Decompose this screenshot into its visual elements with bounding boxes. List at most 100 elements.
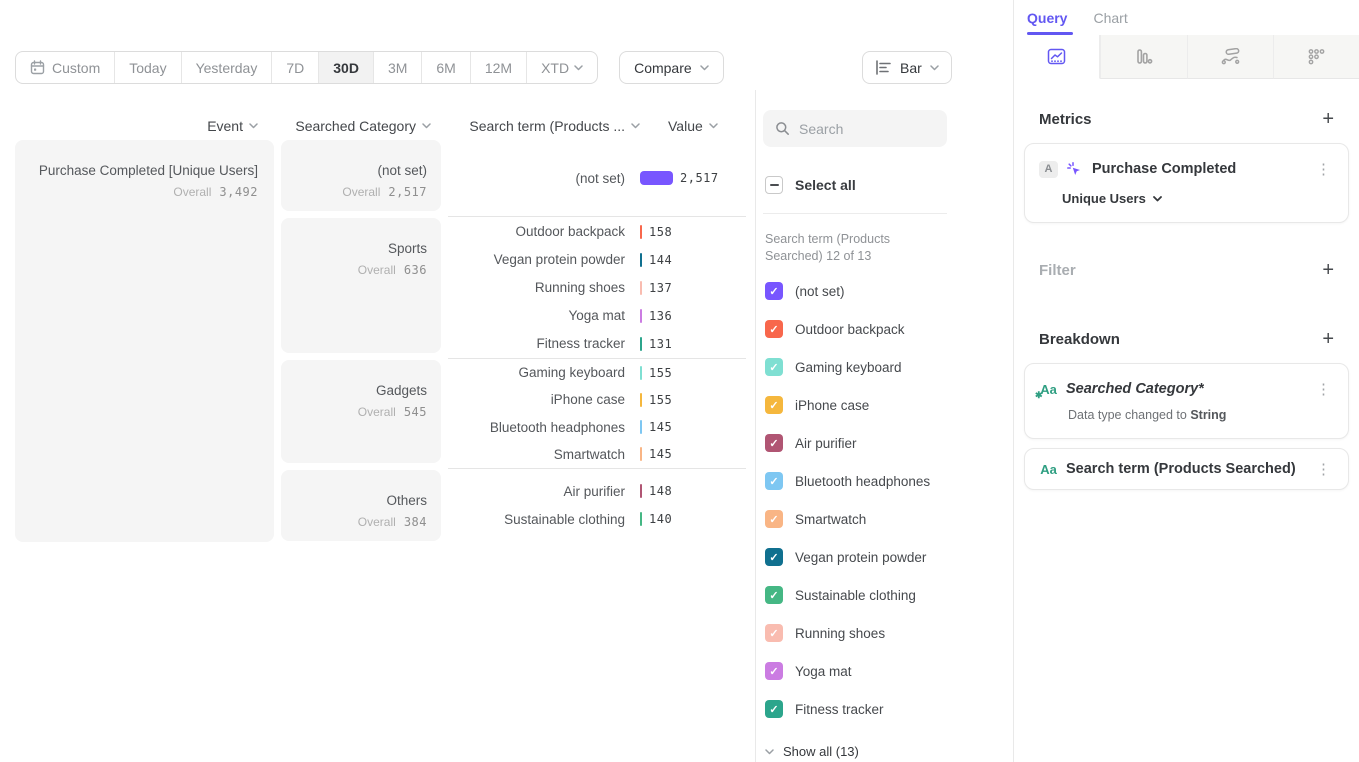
date-range-12m[interactable]: 12M (471, 52, 527, 83)
checkbox-checked[interactable]: ✓ (765, 396, 783, 414)
legend-item-label: iPhone case (795, 398, 869, 413)
legend-item[interactable]: ✓Yoga mat (765, 652, 1013, 690)
tab-query[interactable]: Query (1027, 10, 1067, 35)
legend-item[interactable]: ✓Running shoes (765, 614, 1013, 652)
column-header-value[interactable]: Value (668, 117, 728, 134)
legend-item[interactable]: ✓ Outdoor backpack (765, 310, 1013, 348)
table-row: Running shoes137 (448, 274, 746, 302)
legend-item[interactable]: ✓Air purifier (765, 424, 1013, 462)
chevron-down-icon (631, 123, 640, 129)
checkbox-checked[interactable]: ✓ (765, 320, 783, 338)
query-panel-tabs: Query Chart (1014, 0, 1359, 35)
term-group: Outdoor backpack158Vegan protein powder1… (448, 216, 746, 358)
date-range-label: Yesterday (196, 60, 258, 76)
chart-type-label: Bar (900, 60, 922, 76)
chevron-down-icon (765, 749, 774, 755)
date-range-xtd[interactable]: XTD (527, 52, 597, 83)
column-header-event[interactable]: Event (15, 117, 274, 134)
tab-chart[interactable]: Chart (1093, 10, 1127, 35)
date-range-6m[interactable]: 6M (422, 52, 470, 83)
add-metric-button[interactable]: + (1322, 109, 1334, 129)
metric-usage-dropdown[interactable]: Unique Users (1062, 191, 1334, 206)
value-text: 158 (649, 225, 672, 239)
legend-item-label: Outdoor backpack (795, 322, 905, 337)
metric-usage-label: Unique Users (1062, 191, 1146, 206)
breakdown-section-header: Breakdown + (1024, 329, 1349, 349)
legend-search-box[interactable] (763, 110, 947, 147)
value-text: 145 (649, 420, 672, 434)
metric-series-badge: A (1039, 161, 1058, 178)
date-range-yesterday[interactable]: Yesterday (182, 52, 273, 83)
column-header-label: Searched Category (295, 118, 416, 134)
date-range-3m[interactable]: 3M (374, 52, 422, 83)
legend-item[interactable]: ✓ Vegan protein powder (765, 538, 1013, 576)
tab-retention[interactable] (1273, 35, 1359, 79)
report-type-tabs (1014, 35, 1359, 79)
search-icon (775, 121, 790, 136)
value-bar (640, 484, 642, 498)
legend-item[interactable]: ✓Fitness tracker (765, 690, 1013, 728)
chevron-down-icon (422, 123, 431, 129)
checkbox-checked[interactable]: ✓ (765, 282, 783, 300)
legend-item[interactable]: ✓ iPhone case (765, 386, 1013, 424)
select-all-checkbox[interactable] (765, 176, 783, 194)
chart-type-button[interactable]: Bar (862, 51, 952, 84)
table-row: (not set)2,517 (448, 164, 746, 192)
date-range-30d[interactable]: 30D (319, 52, 374, 83)
overall-label: Overall (358, 263, 396, 277)
column-header-search-term[interactable]: Search term (Products ... (448, 117, 640, 134)
table-row: Gaming keyboard 155 (448, 359, 746, 386)
legend-item[interactable]: ✓Sustainable clothing (765, 576, 1013, 614)
tab-funnels[interactable] (1100, 35, 1186, 79)
tab-flows[interactable] (1187, 35, 1273, 79)
value-text: 155 (649, 366, 672, 380)
value-text: 148 (649, 484, 672, 498)
legend-item[interactable]: ✓ Smartwatch (765, 500, 1013, 538)
string-property-icon: Aa (1039, 462, 1058, 477)
date-range-label: XTD (541, 60, 569, 76)
kebab-menu-icon[interactable]: ⋮ (1313, 460, 1334, 478)
filter-heading: Filter (1039, 262, 1076, 279)
checkbox-checked[interactable]: ✓ (765, 662, 783, 680)
checkbox-checked[interactable]: ✓ (765, 548, 783, 566)
checkbox-checked[interactable]: ✓ (765, 700, 783, 718)
checkbox-checked[interactable]: ✓ (765, 586, 783, 604)
event-overall: Overall3,492 (15, 185, 258, 199)
overall-label: Overall (342, 185, 380, 199)
add-filter-button[interactable]: + (1322, 260, 1334, 280)
select-all-row[interactable]: Select all (765, 176, 1013, 194)
term-label: Smartwatch (448, 447, 640, 462)
date-toolbar: CustomToday Yesterday 7D 30D 3M 6M12M XTD Comp… (15, 51, 724, 84)
date-range-label: 3M (388, 60, 407, 76)
legend-item[interactable]: ✓ (not set) (765, 272, 1013, 310)
kebab-menu-icon[interactable]: ⋮ (1313, 160, 1334, 178)
checkbox-checked[interactable]: ✓ (765, 624, 783, 642)
column-header-searched-category[interactable]: Searched Category (281, 117, 441, 134)
term-label: iPhone case (448, 392, 640, 407)
date-range-custom[interactable]: Custom (16, 52, 115, 83)
date-range-label: 30D (333, 60, 359, 76)
compare-button[interactable]: Compare (619, 51, 724, 84)
date-range-7d[interactable]: 7D (272, 52, 319, 83)
checkbox-checked[interactable]: ✓ (765, 358, 783, 376)
funnel-bars-icon (1134, 48, 1153, 65)
legend-item[interactable]: ✓Bluetooth headphones (765, 462, 1013, 500)
legend-item-label: Smartwatch (795, 512, 866, 527)
legend-item-label: Vegan protein powder (795, 550, 926, 565)
legend-item-label: (not set) (795, 284, 845, 299)
term-label: Gaming keyboard (448, 365, 640, 380)
checkbox-checked[interactable]: ✓ (765, 434, 783, 452)
tab-insights[interactable] (1014, 35, 1100, 79)
overall-value: 545 (404, 405, 427, 419)
show-all-label: Show all (13) (783, 744, 859, 759)
kebab-menu-icon[interactable]: ⋮ (1313, 380, 1334, 398)
legend-item[interactable]: ✓Gaming keyboard (765, 348, 1013, 386)
show-all-row[interactable]: Show all (13) (765, 744, 1013, 759)
checkbox-checked[interactable]: ✓ (765, 510, 783, 528)
date-range-today[interactable]: Today (115, 52, 181, 83)
term-group: Gaming keyboard155iPhone case155Bluetoot… (448, 358, 746, 468)
checkbox-checked[interactable]: ✓ (765, 472, 783, 490)
metric-card: A Purchase Completed ⋮ Unique Users (1024, 143, 1349, 223)
search-input[interactable] (799, 121, 929, 137)
add-breakdown-button[interactable]: + (1322, 329, 1334, 349)
